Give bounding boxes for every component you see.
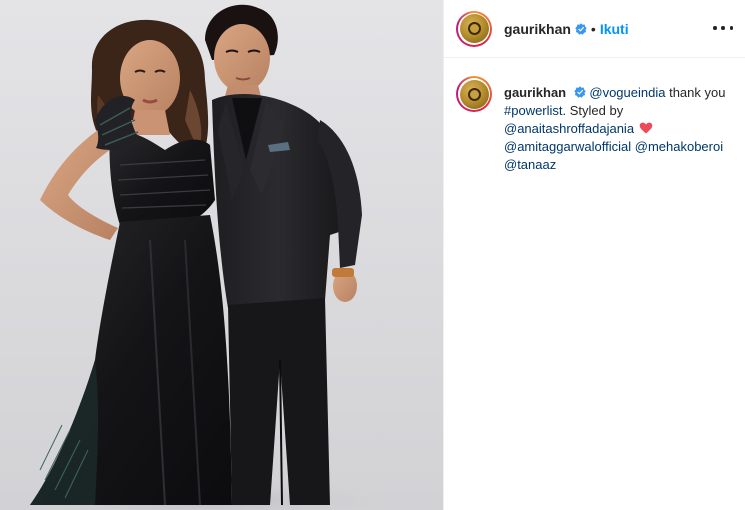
- heart-emoji-icon: [639, 122, 652, 134]
- mention-mehakoberoi[interactable]: @mehakoberoi: [635, 139, 723, 154]
- author-username[interactable]: gaurikhan: [504, 21, 571, 37]
- more-options-icon[interactable]: [713, 18, 733, 38]
- avatar-image: [459, 14, 489, 43]
- mention-tanaaz[interactable]: @tanaaz: [504, 157, 556, 172]
- follow-button[interactable]: Ikuti: [600, 21, 629, 37]
- caption-avatar[interactable]: [456, 76, 492, 112]
- post-caption: gaurikhan @vogueindia thank you #powerli…: [456, 76, 741, 174]
- caption-styled-by: . Styled by: [562, 103, 624, 118]
- avatar-ring: [458, 78, 490, 110]
- avatar-logo-mark: [467, 22, 481, 35]
- mention-amitaggarwalofficial[interactable]: @amitaggarwalofficial: [504, 139, 631, 154]
- more-dot: [721, 26, 725, 30]
- couple-photo-illustration: [0, 4, 420, 510]
- header-divider: [444, 57, 745, 58]
- avatar-image: [459, 79, 489, 109]
- post-header: gaurikhan • Ikuti: [444, 0, 745, 57]
- mention-anaitashroffadajania[interactable]: @anaitashroffadajania: [504, 121, 634, 136]
- post-photo[interactable]: [0, 0, 443, 510]
- avatar-logo-mark: [467, 87, 481, 101]
- verified-badge-icon: [574, 85, 586, 98]
- caption-thank-you: thank you: [665, 85, 726, 100]
- caption-text: gaurikhan @vogueindia thank you #powerli…: [504, 84, 740, 174]
- caption-username[interactable]: gaurikhan: [504, 85, 566, 100]
- author-avatar[interactable]: [456, 10, 492, 47]
- more-dot: [729, 26, 733, 30]
- post-side-panel: gaurikhan • Ikuti gaurikhan @vogueindia …: [444, 0, 745, 510]
- mention-vogueindia[interactable]: @vogueindia: [589, 85, 665, 100]
- more-dot: [713, 26, 717, 30]
- header-separator: •: [590, 20, 596, 37]
- hashtag-powerlist[interactable]: #powerlist: [504, 103, 563, 118]
- avatar-ring: [458, 12, 490, 45]
- verified-badge-icon: [575, 22, 587, 35]
